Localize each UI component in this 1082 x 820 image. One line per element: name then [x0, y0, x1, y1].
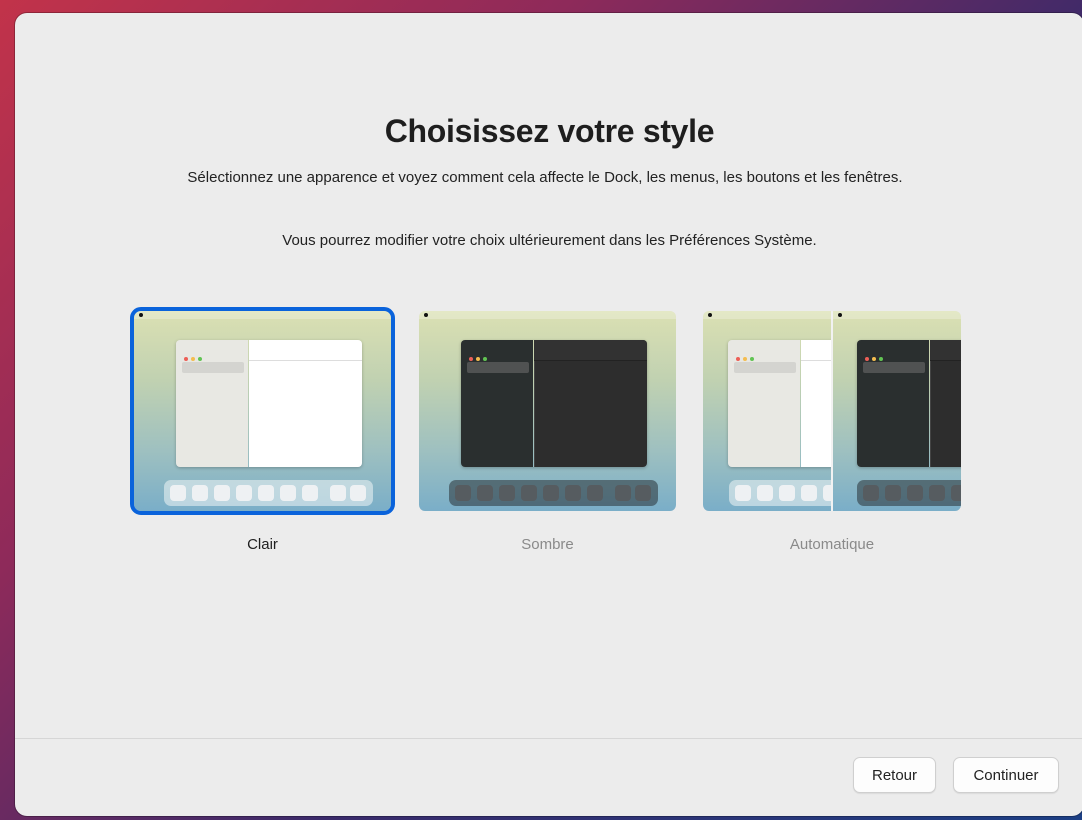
- preview-window: [461, 340, 647, 467]
- appearance-option-dark[interactable]: [419, 311, 676, 511]
- appearance-option-light[interactable]: [130, 307, 395, 515]
- page-note: Vous pourrez modifier votre choix ultéri…: [282, 232, 817, 249]
- preview-dock: [857, 480, 961, 506]
- preview-dock: [164, 480, 373, 506]
- preview-window: [176, 340, 362, 467]
- option-label-light[interactable]: Clair: [134, 536, 391, 553]
- apple-icon: [139, 313, 143, 317]
- apple-icon: [424, 313, 428, 317]
- option-label-dark[interactable]: Sombre: [419, 536, 676, 553]
- apple-icon: [708, 313, 712, 317]
- preview-dock: [729, 480, 831, 506]
- footer-divider: [15, 738, 1082, 739]
- preview-menubar: [419, 311, 676, 319]
- apple-icon: [838, 313, 842, 317]
- setup-window: Choisissez votre style Sélectionnez une …: [15, 13, 1082, 816]
- page-description: Sélectionnez une apparence et voyez comm…: [187, 169, 903, 186]
- appearance-option-auto[interactable]: [703, 311, 961, 511]
- preview-window: [857, 340, 961, 467]
- back-button[interactable]: Retour: [853, 757, 936, 793]
- preview-dock: [449, 480, 658, 506]
- continue-button[interactable]: Continuer: [953, 757, 1059, 793]
- option-label-auto[interactable]: Automatique: [703, 536, 961, 553]
- page-title: Choisissez votre style: [384, 113, 715, 149]
- preview-menubar: [134, 311, 391, 319]
- preview-window: [728, 340, 831, 467]
